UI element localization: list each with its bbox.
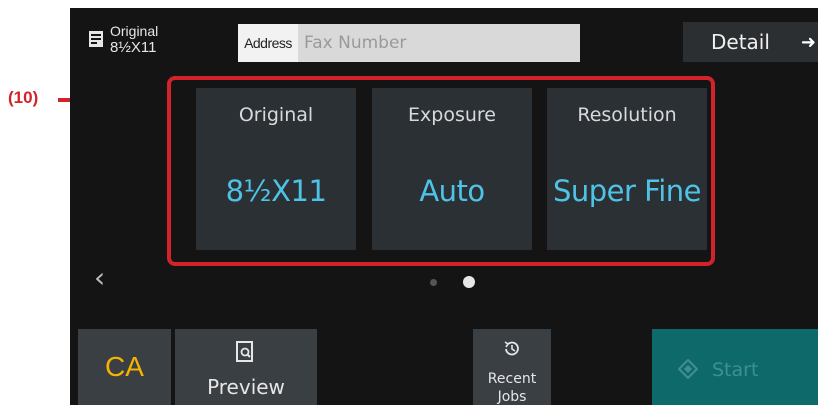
preview-button[interactable]: Preview <box>175 329 317 405</box>
recent-jobs-line1: Recent <box>487 371 537 387</box>
recent-jobs-line2: Jobs <box>497 389 527 405</box>
callout-label: (10) <box>8 88 39 107</box>
start-label: Start <box>712 359 759 381</box>
address-button[interactable]: Address <box>238 24 298 62</box>
detail-button-label: Detail <box>711 30 770 54</box>
start-diamond-icon <box>677 358 699 383</box>
chevron-left-icon[interactable]: ‹ <box>94 261 105 294</box>
recent-jobs-label: Recent Jobs <box>473 370 551 405</box>
ca-button[interactable]: CA <box>78 329 171 405</box>
document-icon <box>88 30 104 48</box>
fax-number-input[interactable]: Fax Number <box>298 24 580 62</box>
original-status-title: Original <box>110 23 159 39</box>
start-button[interactable]: Start <box>652 329 818 405</box>
preview-icon <box>235 341 255 367</box>
page-dot-active[interactable] <box>463 276 475 288</box>
detail-button[interactable]: Detail ➜ <box>683 22 818 62</box>
history-icon <box>502 339 522 363</box>
page-dot[interactable] <box>430 279 437 286</box>
fax-screen: Original 8½X11 Address Fax Number Detail… <box>70 8 818 405</box>
callout-highlight-box <box>167 76 715 266</box>
recent-jobs-button[interactable]: Recent Jobs <box>473 329 551 405</box>
original-status-size: 8½X11 <box>110 39 157 56</box>
preview-label: Preview <box>207 375 285 399</box>
arrow-right-icon: ➜ <box>800 32 816 53</box>
stage: (10) Original 8½X11 Address Fax Number D… <box>0 0 818 405</box>
